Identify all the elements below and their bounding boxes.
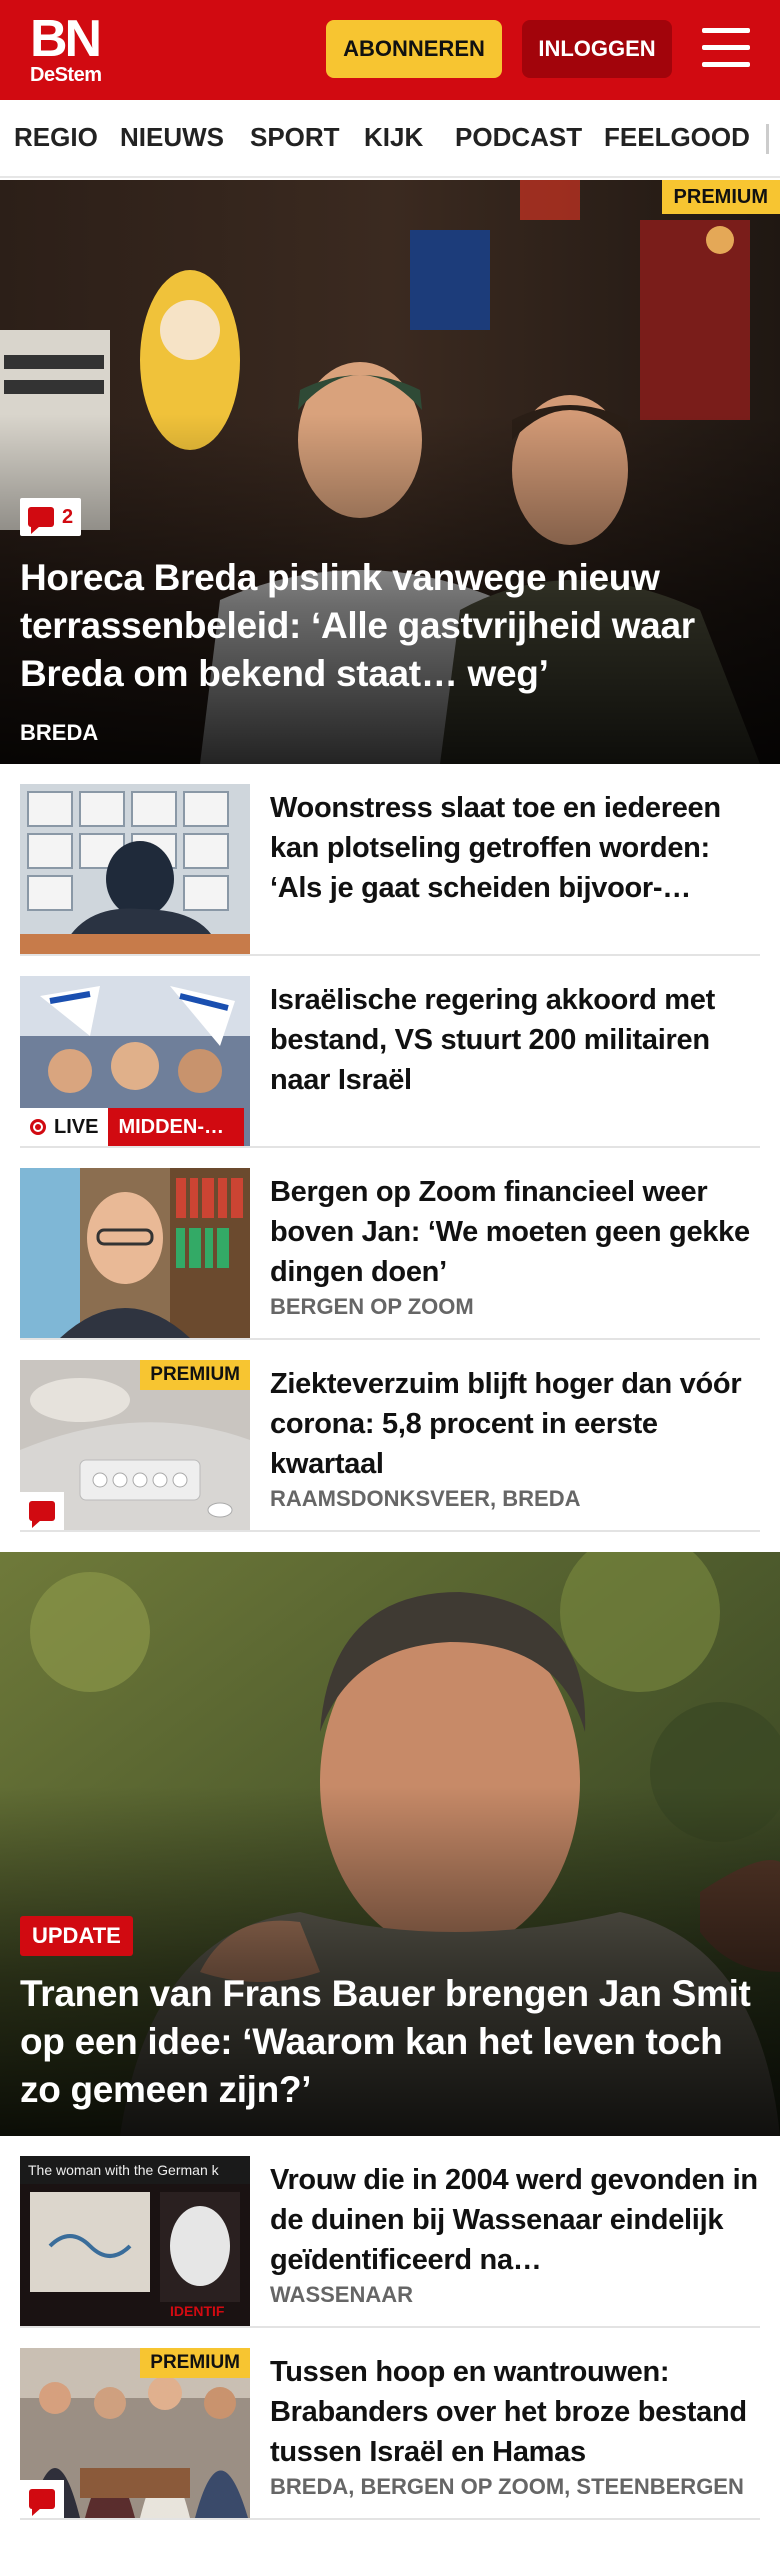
hero-article-horeca[interactable]: PREMIUM 2 Horeca Breda pislink vanwege n… xyxy=(0,180,780,764)
logo-sub-text: DeStem xyxy=(30,64,102,86)
list-item[interactable]: Woonstress slaat toe en iedereen kan plo… xyxy=(20,784,760,956)
article-title[interactable]: Ziekteverzuim blijft hoger dan vóór coro… xyxy=(270,1364,760,1484)
update-badge: UPDATE xyxy=(20,1916,133,1956)
nav-item-feelgood[interactable]: FEELGOOD xyxy=(604,122,750,153)
subscribe-button[interactable]: ABONNEREN xyxy=(326,20,502,78)
premium-badge: PREMIUM xyxy=(140,2348,250,2378)
comment-bubble-icon xyxy=(29,2489,55,2516)
article-title[interactable]: Woonstress slaat toe en iedereen kan plo… xyxy=(270,788,760,908)
premium-badge: PREMIUM xyxy=(140,1360,250,1390)
article-thumbnail xyxy=(20,1168,250,1338)
thumb-caption-text-2: IDENTIF xyxy=(170,2303,225,2319)
comment-bubble-icon xyxy=(29,1501,55,1528)
site-logo[interactable]: BN DeStem xyxy=(30,10,120,86)
comment-chip[interactable] xyxy=(20,1492,64,1530)
list-item[interactable]: The woman with the German k IDENTIF Vrou… xyxy=(20,2156,760,2328)
live-indicator-icon xyxy=(30,1119,46,1135)
logo-main-text: BN xyxy=(30,10,102,68)
hamburger-menu-icon[interactable] xyxy=(702,26,750,70)
site-header: BN DeStem ABONNEREN INLOGGEN xyxy=(0,0,780,100)
article-location-tag[interactable]: WASSENAAR xyxy=(270,2282,760,2308)
nav-item-nieuws[interactable]: NIEUWS xyxy=(120,122,224,153)
live-label: LIVE xyxy=(54,1115,99,1138)
thumb-caption-text: The woman with the German k xyxy=(28,2162,220,2178)
nav-item-podcast[interactable]: PODCAST xyxy=(455,122,582,153)
live-badge: LIVE MIDDEN-OOSTEN xyxy=(20,1108,245,1146)
article-thumbnail: The woman with the German k IDENTIF xyxy=(20,2156,250,2326)
article-location-tag[interactable]: BERGEN OP ZOOM xyxy=(270,1294,760,1320)
live-category: MIDDEN-OOSTEN xyxy=(108,1108,245,1146)
article-title[interactable]: Bergen op Zoom financieel weer boven Jan… xyxy=(270,1172,760,1292)
nav-item-kijk[interactable]: KIJK xyxy=(364,122,423,153)
section-nav: REGIO NIEUWS SPORT KIJK PODCAST FEELGOOD xyxy=(0,100,780,178)
hero-title[interactable]: Tranen van Frans Bauer brengen Jan Smit … xyxy=(20,1970,760,2114)
list-item[interactable]: LIVE MIDDEN-OOSTEN Israëlische regering … xyxy=(20,976,760,1148)
comment-count-chip[interactable]: 2 xyxy=(20,498,82,536)
article-title[interactable]: Vrouw die in 2004 werd gevonden in de du… xyxy=(270,2160,760,2280)
premium-badge: PREMIUM xyxy=(661,180,780,214)
list-item[interactable]: Bergen op Zoom financieel weer boven Jan… xyxy=(20,1168,760,1340)
article-location-tag[interactable]: RAAMSDONKSVEER, BREDA xyxy=(270,1486,760,1512)
hero-location-tag[interactable]: BREDA xyxy=(20,720,98,746)
comment-bubble-icon xyxy=(28,507,54,534)
list-item[interactable]: PREMIUM Ziekteverzuim blijft hoger dan v… xyxy=(20,1360,760,1532)
article-location-tag[interactable]: BREDA, BERGEN OP ZOOM, STEENBERGEN xyxy=(270,2474,760,2500)
comment-count: 2 xyxy=(62,505,74,528)
comment-chip[interactable] xyxy=(20,2480,64,2518)
article-title[interactable]: Tussen hoop en wantrouwen: Brabanders ov… xyxy=(270,2352,760,2472)
article-title[interactable]: Israëlische regering akkoord met bestand… xyxy=(270,980,760,1100)
nav-item-regio[interactable]: REGIO xyxy=(14,122,98,153)
hero-title[interactable]: Horeca Breda pislink vanwege nieuw terra… xyxy=(20,554,760,698)
hero-article-frans-bauer[interactable]: UPDATE Tranen van Frans Bauer brengen Ja… xyxy=(0,1552,780,2136)
list-item[interactable]: PREMIUM Tussen hoop en wantrouwen: Braba… xyxy=(20,2348,760,2520)
login-button[interactable]: INLOGGEN xyxy=(522,20,672,78)
nav-scroll-indicator xyxy=(766,124,769,154)
nav-item-sport[interactable]: SPORT xyxy=(250,122,340,153)
article-thumbnail xyxy=(20,784,250,954)
